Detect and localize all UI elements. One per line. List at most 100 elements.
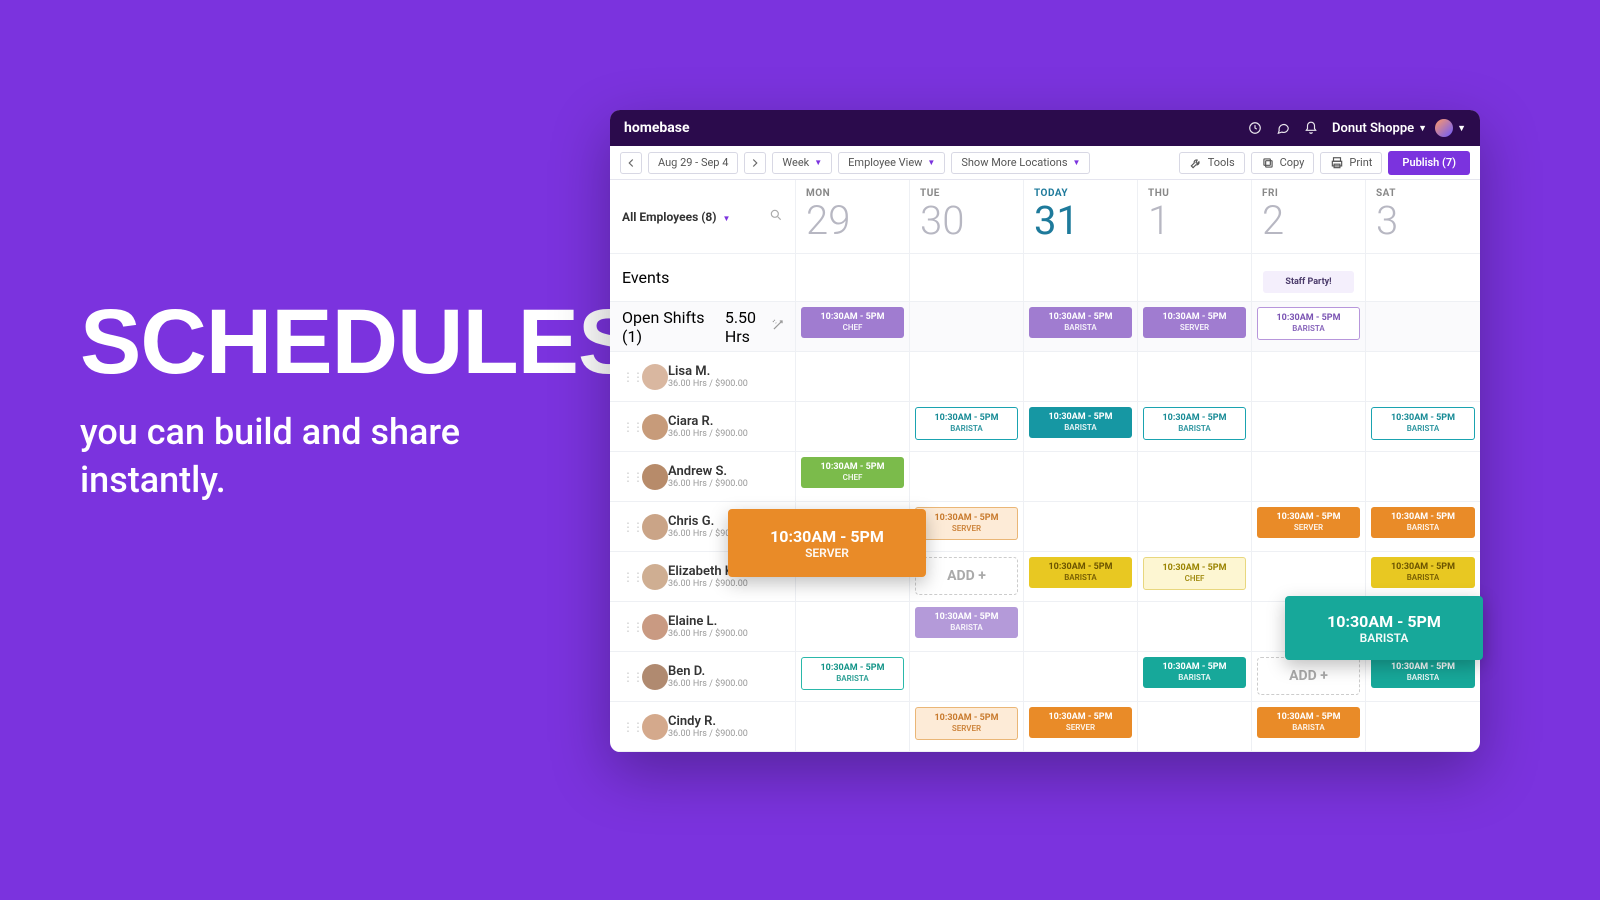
shift-cell[interactable] bbox=[910, 652, 1024, 702]
shift-cell[interactable]: 10:30AM - 5PMSERVER bbox=[1252, 502, 1366, 552]
shift-cell[interactable] bbox=[1138, 452, 1252, 502]
event-cell[interactable] bbox=[1024, 254, 1138, 302]
shift-chip[interactable]: 10:30AM - 5PMBARISTA bbox=[1029, 307, 1132, 338]
shift-cell[interactable] bbox=[1366, 702, 1480, 752]
publish-button[interactable]: Publish (7) bbox=[1388, 151, 1470, 175]
employee-header[interactable]: ⋮⋮ Cindy R. 36.00 Hrs / $900.00 bbox=[610, 702, 796, 752]
dragging-shift-barista[interactable]: 10:30AM - 5PM BARISTA bbox=[1285, 596, 1483, 660]
event-cell[interactable] bbox=[1366, 254, 1480, 302]
shift-cell[interactable]: 10:30AM - 5PMBARISTA bbox=[1366, 552, 1480, 602]
add-shift-button[interactable]: ADD + bbox=[1257, 657, 1360, 695]
drag-handle-icon[interactable]: ⋮⋮ bbox=[622, 720, 642, 734]
shift-chip[interactable]: 10:30AM - 5PMCHEF bbox=[801, 307, 904, 338]
shift-cell[interactable] bbox=[1252, 352, 1366, 402]
shift-cell[interactable]: 10:30AM - 5PMBARISTA bbox=[1252, 702, 1366, 752]
shift-chip[interactable]: 10:30AM - 5PMCHEF bbox=[1143, 557, 1246, 590]
open-shift-cell[interactable]: 10:30AM - 5PMBARISTA bbox=[1024, 302, 1138, 352]
shift-cell[interactable]: ADD + bbox=[910, 552, 1024, 602]
employee-header[interactable]: ⋮⋮ Elaine L. 36.00 Hrs / $900.00 bbox=[610, 602, 796, 652]
shift-cell[interactable] bbox=[1138, 352, 1252, 402]
shift-chip[interactable]: 10:30AM - 5PMSERVER bbox=[1257, 507, 1360, 538]
shift-cell[interactable] bbox=[1252, 452, 1366, 502]
drag-handle-icon[interactable]: ⋮⋮ bbox=[622, 570, 642, 584]
shift-chip[interactable]: 10:30AM - 5PMBARISTA bbox=[1143, 407, 1246, 440]
event-cell[interactable] bbox=[796, 254, 910, 302]
shift-chip[interactable]: 10:30AM - 5PMBARISTA bbox=[1371, 407, 1475, 440]
shift-cell[interactable]: 10:30AM - 5PMBARISTA bbox=[1366, 502, 1480, 552]
shift-chip[interactable]: 10:30AM - 5PMCHEF bbox=[801, 457, 904, 488]
shift-chip[interactable]: 10:30AM - 5PMBARISTA bbox=[915, 607, 1018, 638]
add-shift-button[interactable]: ADD + bbox=[915, 557, 1018, 595]
shift-chip[interactable]: 10:30AM - 5PMBARISTA bbox=[1371, 657, 1475, 688]
open-shift-cell[interactable]: 10:30AM - 5PMSERVER bbox=[1138, 302, 1252, 352]
copy-button[interactable]: Copy bbox=[1251, 152, 1315, 174]
employee-header[interactable]: ⋮⋮ Ciara R. 36.00 Hrs / $900.00 bbox=[610, 402, 796, 452]
shift-chip[interactable]: 10:30AM - 5PMBARISTA bbox=[915, 407, 1018, 440]
drag-handle-icon[interactable]: ⋮⋮ bbox=[622, 670, 642, 684]
shift-cell[interactable] bbox=[1366, 452, 1480, 502]
shift-cell[interactable] bbox=[1252, 552, 1366, 602]
open-shift-cell[interactable] bbox=[1366, 302, 1480, 352]
shift-chip[interactable]: 10:30AM - 5PMBARISTA bbox=[1029, 557, 1132, 588]
shop-switcher[interactable]: Donut Shoppe ▼ bbox=[1332, 121, 1427, 136]
event-chip[interactable]: Staff Party! bbox=[1263, 271, 1354, 293]
employee-header[interactable]: ⋮⋮ Lisa M. 36.00 Hrs / $900.00 bbox=[610, 352, 796, 402]
shift-cell[interactable]: 10:30AM - 5PMSERVER bbox=[1024, 702, 1138, 752]
print-button[interactable]: Print bbox=[1320, 152, 1382, 174]
event-cell[interactable] bbox=[1138, 254, 1252, 302]
shift-cell[interactable]: 10:30AM - 5PMBARISTA bbox=[910, 402, 1024, 452]
shift-cell[interactable]: 10:30AM - 5PMBARISTA bbox=[1138, 652, 1252, 702]
drag-handle-icon[interactable]: ⋮⋮ bbox=[622, 420, 642, 434]
shift-cell[interactable] bbox=[796, 702, 910, 752]
shift-chip[interactable]: 10:30AM - 5PMBARISTA bbox=[1257, 707, 1360, 738]
shift-cell[interactable] bbox=[1366, 352, 1480, 402]
shift-cell[interactable] bbox=[910, 352, 1024, 402]
shift-cell[interactable]: 10:30AM - 5PMBARISTA bbox=[796, 652, 910, 702]
bell-icon[interactable] bbox=[1304, 121, 1318, 135]
shift-cell[interactable]: 10:30AM - 5PMSERVER bbox=[910, 702, 1024, 752]
shift-cell[interactable] bbox=[1252, 402, 1366, 452]
tools-button[interactable]: Tools bbox=[1179, 152, 1245, 174]
dragging-shift-server[interactable]: 10:30AM - 5PM SERVER bbox=[728, 509, 926, 577]
shift-cell[interactable] bbox=[796, 352, 910, 402]
view-mode-select[interactable]: Employee View ▼ bbox=[838, 152, 945, 174]
locations-select[interactable]: Show More Locations ▼ bbox=[951, 152, 1090, 174]
shift-cell[interactable]: 10:30AM - 5PMSERVER bbox=[910, 502, 1024, 552]
shift-cell[interactable] bbox=[1138, 602, 1252, 652]
next-week-button[interactable] bbox=[744, 152, 766, 174]
shift-cell[interactable] bbox=[1138, 502, 1252, 552]
shift-chip[interactable]: 10:30AM - 5PMSERVER bbox=[1029, 707, 1132, 738]
open-shift-cell[interactable]: 10:30AM - 5PMBARISTA bbox=[1252, 302, 1366, 352]
shift-cell[interactable] bbox=[796, 402, 910, 452]
open-shift-cell[interactable]: 10:30AM - 5PMCHEF bbox=[796, 302, 910, 352]
shift-cell[interactable] bbox=[1024, 602, 1138, 652]
shift-cell[interactable] bbox=[796, 602, 910, 652]
shift-cell[interactable] bbox=[1024, 502, 1138, 552]
user-avatar[interactable] bbox=[1435, 119, 1453, 137]
chat-icon[interactable] bbox=[1276, 121, 1290, 135]
shift-chip[interactable]: 10:30AM - 5PMBARISTA bbox=[1143, 657, 1246, 688]
shift-cell[interactable]: 10:30AM - 5PMBARISTA bbox=[1024, 552, 1138, 602]
drag-handle-icon[interactable]: ⋮⋮ bbox=[622, 370, 642, 384]
shift-cell[interactable] bbox=[910, 452, 1024, 502]
shift-cell[interactable] bbox=[1024, 352, 1138, 402]
shift-chip[interactable]: 10:30AM - 5PMSERVER bbox=[1143, 307, 1246, 338]
shift-chip[interactable]: 10:30AM - 5PMBARISTA bbox=[1371, 507, 1475, 538]
shift-cell[interactable]: 10:30AM - 5PMBARISTA bbox=[1366, 402, 1480, 452]
shift-cell[interactable]: 10:30AM - 5PMBARISTA bbox=[1024, 402, 1138, 452]
prev-week-button[interactable] bbox=[620, 152, 642, 174]
shift-chip[interactable]: 10:30AM - 5PMSERVER bbox=[915, 707, 1018, 740]
clock-icon[interactable] bbox=[1248, 121, 1262, 135]
shift-chip[interactable]: 10:30AM - 5PMBARISTA bbox=[801, 657, 904, 690]
event-cell[interactable] bbox=[910, 254, 1024, 302]
shift-chip[interactable]: 10:30AM - 5PMSERVER bbox=[915, 507, 1018, 540]
drag-handle-icon[interactable]: ⋮⋮ bbox=[622, 620, 642, 634]
search-icon[interactable] bbox=[769, 208, 783, 225]
shift-cell[interactable] bbox=[1138, 702, 1252, 752]
drag-handle-icon[interactable]: ⋮⋮ bbox=[622, 520, 642, 534]
employee-filter[interactable]: All Employees (8) ▼ bbox=[610, 180, 796, 254]
shift-cell[interactable]: 10:30AM - 5PMBARISTA bbox=[910, 602, 1024, 652]
shift-cell[interactable]: 10:30AM - 5PMCHEF bbox=[1138, 552, 1252, 602]
employee-header[interactable]: ⋮⋮ Ben D. 36.00 Hrs / $900.00 bbox=[610, 652, 796, 702]
shift-cell[interactable] bbox=[1024, 652, 1138, 702]
